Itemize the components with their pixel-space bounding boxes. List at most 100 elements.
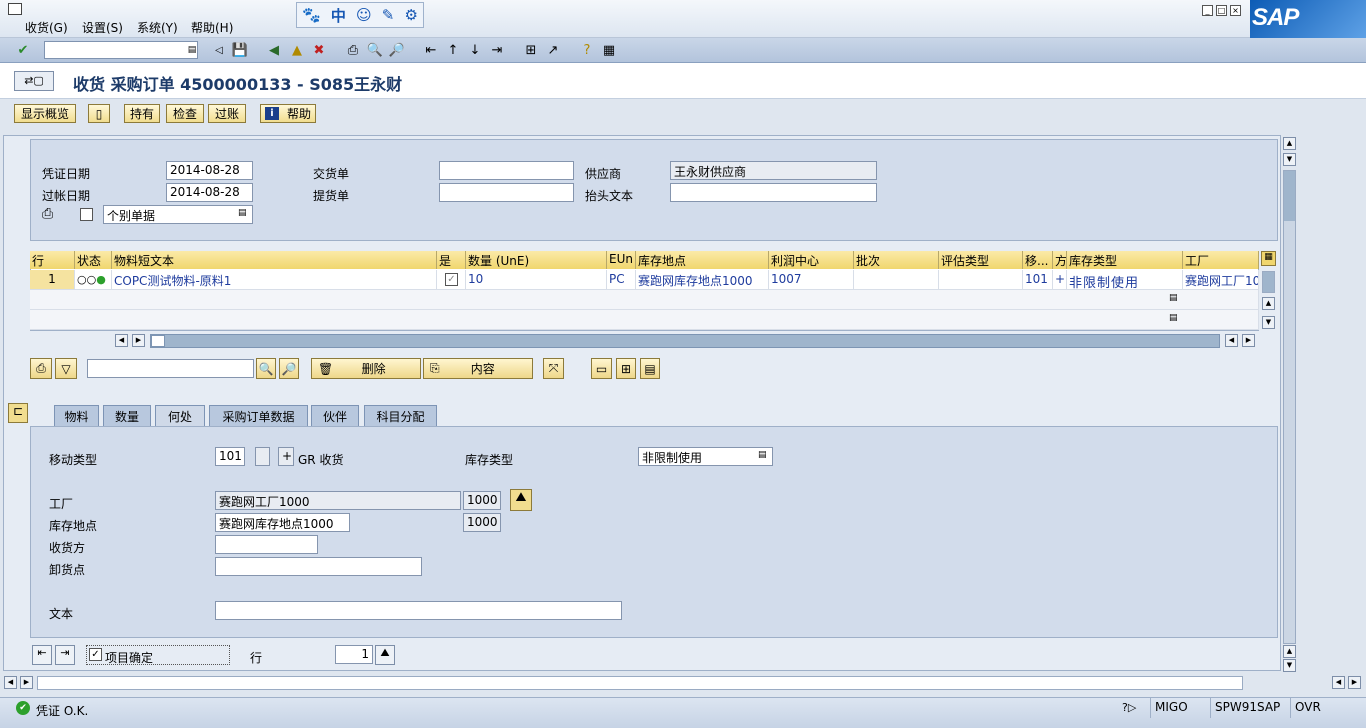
table-row-1-batch[interactable] — [854, 270, 939, 290]
col-header-quantity[interactable]: 数量 (UnE) — [466, 251, 607, 269]
dropdown-icon[interactable]: ▤ — [758, 450, 767, 460]
tab-where[interactable]: 何处 — [155, 405, 205, 426]
paw-icon[interactable]: 🐾 — [302, 6, 321, 24]
menu-goods-receipt[interactable]: 收货(G) — [25, 19, 68, 36]
page-scroll-left-icon[interactable]: ◀ — [4, 676, 17, 689]
recipient-field[interactable] — [215, 535, 318, 554]
item-search-field[interactable] — [87, 359, 254, 378]
document-date-field[interactable]: 2014-08-28 — [166, 161, 253, 180]
previous-item-icon[interactable]: ⇤ — [32, 645, 52, 665]
enter-icon[interactable]: ✔ — [14, 41, 32, 59]
go-to-line-icon[interactable]: ⛰ — [375, 645, 395, 665]
table-row-1-unit[interactable]: PC — [607, 270, 636, 290]
tab-quantity[interactable]: 数量 — [103, 405, 151, 426]
main-scroll-up-icon[interactable]: ▲ — [1283, 137, 1296, 150]
status-info-icon[interactable]: ?▷ — [1122, 701, 1136, 714]
new-session-icon[interactable]: ⊞ — [522, 41, 540, 59]
table-row-1-stock-type[interactable]: 非限制使用 — [1067, 270, 1183, 290]
previous-page-icon[interactable]: ↑ — [444, 41, 462, 59]
find-next-icon[interactable]: 🔎 — [388, 41, 406, 59]
note-icon[interactable]: ▭ — [591, 358, 612, 379]
find-item-icon[interactable]: 🔍 — [256, 358, 276, 379]
input-mode-box[interactable]: OVR — [1290, 698, 1330, 718]
main-scroll-thumb[interactable] — [1284, 171, 1295, 221]
page-scroll-right-end-icon[interactable]: ▶ — [1348, 676, 1361, 689]
col-header-direction[interactable]: 方 — [1053, 251, 1067, 269]
item-ok-checkbox[interactable]: ✓ — [445, 273, 458, 286]
main-scroll-down-icon[interactable]: ▼ — [1283, 153, 1296, 166]
dropdown-icon[interactable]: ▤ — [238, 208, 247, 218]
add-row-icon[interactable]: ⊞ — [616, 358, 636, 379]
table-row-1-valuation[interactable] — [939, 270, 1023, 290]
grid-scroll-down-icon[interactable]: ▼ — [1262, 316, 1275, 329]
col-header-profit-center[interactable]: 利润中心 — [769, 251, 854, 269]
menu-settings[interactable]: 设置(S) — [82, 19, 123, 36]
pen-icon[interactable]: ✎ — [382, 6, 395, 24]
delivery-note-field[interactable] — [439, 161, 574, 180]
bill-of-lading-field[interactable] — [439, 183, 574, 202]
table-row-1-profit-center[interactable]: 1007 — [769, 270, 854, 290]
table-row-1-material[interactable]: COPC测试物料-原料1 — [112, 270, 437, 290]
help-button[interactable]: i 帮助 — [260, 104, 316, 123]
find-icon[interactable]: 🔍 — [366, 41, 384, 59]
col-header-batch[interactable]: 批次 — [854, 251, 939, 269]
help-icon[interactable]: ? — [578, 41, 596, 59]
cancel-icon[interactable]: ✖ — [310, 41, 328, 59]
table-row-1-quantity[interactable]: 10 — [466, 270, 607, 290]
layout-menu-icon[interactable]: ▦ — [600, 41, 618, 59]
config-icon[interactable]: ▤ — [640, 358, 660, 379]
filter-icon[interactable]: ▽ — [55, 358, 77, 379]
back-icon[interactable]: ◀ — [265, 41, 283, 59]
main-scroll-up2-icon[interactable]: ▲ — [1283, 645, 1296, 658]
tcode-box[interactable]: MIGO — [1150, 698, 1206, 718]
show-hide-icon[interactable]: ⇄▢ — [14, 71, 54, 91]
minimize-icon[interactable]: _ — [1202, 5, 1213, 16]
grid-hscroll-thumb[interactable] — [151, 335, 165, 347]
print-checkbox[interactable] — [80, 208, 93, 221]
col-header-stock-type[interactable]: 库存类型 — [1067, 251, 1183, 269]
dropdown-icon[interactable]: ▤ — [1169, 313, 1178, 323]
page-scroll-right-icon[interactable]: ▶ — [20, 676, 33, 689]
table-row-1-storage-location[interactable]: 赛跑网库存地点1000 — [636, 270, 769, 290]
menu-help[interactable]: 帮助(H) — [191, 19, 233, 36]
tab-po-data[interactable]: 采购订单数据 — [209, 405, 308, 426]
grid-scroll-up-icon[interactable]: ▲ — [1262, 297, 1275, 310]
page-horizontal-scrollbar[interactable] — [37, 676, 1243, 690]
table-row-1-movement-type[interactable]: 101 — [1023, 270, 1053, 290]
tab-material[interactable]: 物料 — [54, 405, 99, 426]
smile-icon[interactable]: ☺ — [356, 6, 372, 24]
table-row-1-line[interactable]: 1 — [30, 270, 75, 290]
close-icon[interactable]: × — [1230, 5, 1241, 16]
col-header-status[interactable]: 状态 — [75, 251, 112, 269]
grid-horizontal-scrollbar[interactable] — [150, 334, 1220, 348]
main-vertical-scrollbar[interactable] — [1283, 170, 1296, 644]
collapse-detail-icon[interactable]: ⊏ — [8, 403, 28, 423]
grid-scroll-right-icon[interactable]: ▶ — [132, 334, 145, 347]
contents-button[interactable]: ⎘ 内容 — [423, 358, 533, 379]
gear-icon[interactable]: ⚙ — [404, 6, 417, 24]
grid-scroll-left-icon[interactable]: ◀ — [115, 334, 128, 347]
post-button[interactable]: 过账 — [208, 104, 246, 123]
col-header-ok[interactable]: 是 — [437, 251, 466, 269]
col-header-material-text[interactable]: 物料短文本 — [112, 251, 437, 269]
movement-type-field[interactable]: 101 — [215, 447, 245, 466]
line-field[interactable]: 1 — [335, 645, 373, 664]
show-overview-button[interactable]: 显示概览 — [14, 104, 76, 123]
new-document-icon[interactable]: ▯ — [88, 104, 110, 123]
first-page-icon[interactable]: ⇤ — [422, 41, 440, 59]
posting-date-field[interactable]: 2014-08-28 — [166, 183, 253, 202]
server-box[interactable]: SPW91SAP — [1210, 698, 1286, 718]
delete-button[interactable]: 🗑 删除 — [311, 358, 421, 379]
chinese-input-icon[interactable]: 中 — [331, 5, 346, 26]
grid-settings-icon[interactable]: ▦ — [1261, 251, 1276, 266]
main-scroll-down2-icon[interactable]: ▼ — [1283, 659, 1296, 672]
expand-icon[interactable]: ⤧ — [543, 358, 564, 379]
col-header-movement-type[interactable]: 移... — [1023, 251, 1053, 269]
col-header-unit[interactable]: EUn — [607, 251, 636, 269]
dropdown-icon[interactable]: ▤ — [1169, 293, 1178, 303]
tab-account-assignment[interactable]: 科目分配 — [364, 405, 437, 426]
storage-location-field[interactable]: 赛跑网库存地点1000 — [215, 513, 350, 532]
printer-icon[interactable]: ⎙ — [42, 206, 53, 222]
table-row-1-ok[interactable]: ✓ — [437, 270, 466, 290]
header-text-field[interactable] — [670, 183, 877, 202]
